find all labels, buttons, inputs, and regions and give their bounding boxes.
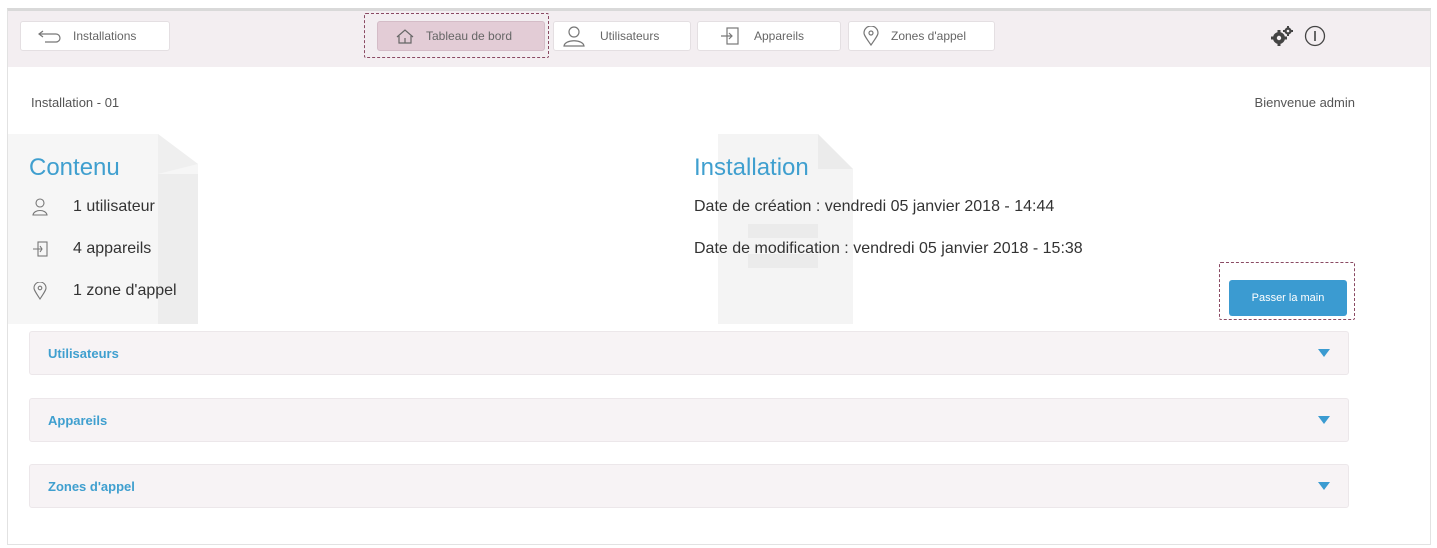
location-pin-icon bbox=[29, 282, 51, 300]
accordion-label: Zones d'appel bbox=[48, 478, 135, 494]
back-arrow-icon bbox=[37, 29, 63, 43]
user-icon bbox=[29, 198, 51, 216]
tab-appareils[interactable]: Appareils bbox=[697, 21, 841, 51]
installation-title: Installation bbox=[694, 154, 809, 181]
accordion-label: Appareils bbox=[48, 412, 108, 428]
caret-down-icon bbox=[1318, 416, 1330, 424]
device-icon bbox=[29, 241, 51, 257]
installation-name: Installation - 01 bbox=[31, 95, 120, 110]
tab-utilisateurs[interactable]: Utilisateurs bbox=[553, 21, 691, 51]
accordion-label: Utilisateurs bbox=[48, 345, 119, 361]
tab-label: Utilisateurs bbox=[600, 29, 660, 43]
accordion-zones-dappel[interactable]: Zones d'appel bbox=[29, 464, 1349, 508]
handover-button[interactable]: Passer la main bbox=[1229, 280, 1347, 316]
installations-back-label: Installations bbox=[73, 29, 137, 43]
tab-label: Appareils bbox=[754, 29, 805, 43]
accordion-utilisateurs[interactable]: Utilisateurs bbox=[29, 331, 1349, 375]
caret-down-icon bbox=[1318, 349, 1330, 357]
tab-zones-dappel[interactable]: Zones d'appel bbox=[848, 21, 995, 51]
home-icon bbox=[396, 28, 414, 44]
modification-date: Date de modification : vendredi 05 janvi… bbox=[694, 240, 1083, 257]
stat-users: 1 utilisateur bbox=[29, 198, 155, 216]
creation-date: Date de création : vendredi 05 janvier 2… bbox=[694, 198, 1055, 215]
welcome-text: Bienvenue admin bbox=[1254, 95, 1355, 110]
user-icon bbox=[562, 25, 586, 47]
gears-icon[interactable] bbox=[1270, 25, 1294, 52]
location-pin-icon bbox=[863, 26, 879, 46]
top-navbar: Installations Tableau de bord Utilisateu… bbox=[8, 11, 1430, 67]
stat-call-zones: 1 zone d'appel bbox=[29, 282, 177, 300]
info-icon[interactable] bbox=[1304, 25, 1326, 52]
stat-text: 1 zone d'appel bbox=[73, 282, 177, 299]
accordion-appareils[interactable]: Appareils bbox=[29, 398, 1349, 442]
stat-devices: 4 appareils bbox=[29, 240, 151, 258]
tab-label: Tableau de bord bbox=[426, 29, 513, 43]
device-icon bbox=[720, 27, 740, 45]
tab-label: Zones d'appel bbox=[891, 29, 967, 43]
stat-text: 4 appareils bbox=[73, 240, 152, 257]
installations-back-button[interactable]: Installations bbox=[20, 21, 170, 51]
app-window: Installations Tableau de bord Utilisateu… bbox=[7, 8, 1431, 545]
content-title: Contenu bbox=[29, 154, 120, 181]
stat-text: 1 utilisateur bbox=[73, 198, 155, 215]
tab-tableau-de-bord[interactable]: Tableau de bord bbox=[377, 21, 545, 51]
caret-down-icon bbox=[1318, 482, 1330, 490]
